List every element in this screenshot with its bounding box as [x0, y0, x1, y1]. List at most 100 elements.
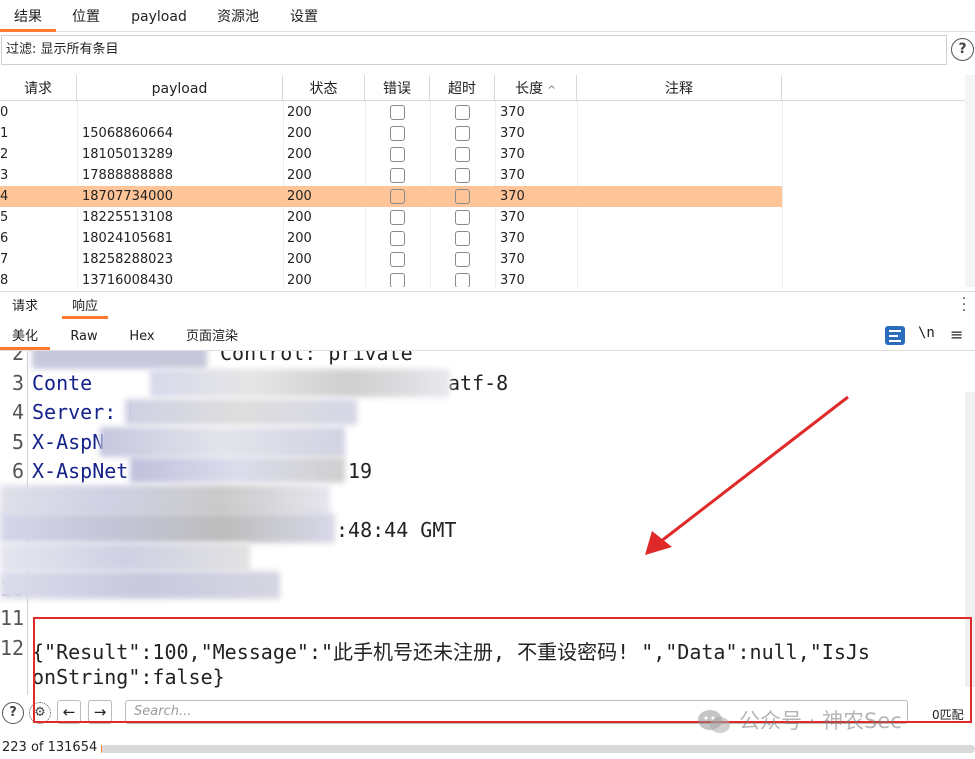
cell-request: 8 [0, 273, 9, 287]
error-checkbox[interactable] [390, 273, 405, 287]
cell-payload: 15068860664 [82, 126, 173, 141]
progress-bar-fill [101, 745, 103, 753]
table-row[interactable]: 2 18105013289 200 370 [0, 144, 782, 165]
table-row[interactable]: 4 18707734000 200 370 [0, 186, 782, 207]
cell-request: 3 [0, 168, 9, 183]
error-checkbox[interactable] [390, 147, 405, 162]
error-checkbox[interactable] [390, 231, 405, 246]
cell-request: 4 [0, 189, 9, 204]
cell-request: 6 [0, 231, 9, 246]
table-header: 请求 payload 状态 错误 超时 长度 ^ 注释 [0, 75, 965, 101]
tab-positions[interactable]: 位置 [62, 0, 110, 32]
tab-pretty[interactable]: 美化 [0, 322, 50, 350]
redaction-blur [0, 543, 250, 571]
code-line: X-AspN [32, 430, 105, 454]
column-header-length[interactable]: 长度 ^ [495, 75, 577, 101]
code-line: :48:44 GMT [336, 518, 457, 542]
timeout-checkbox[interactable] [455, 126, 470, 141]
timeout-checkbox[interactable] [455, 105, 470, 120]
code-line: Conte [32, 371, 93, 395]
column-header-status[interactable]: 状态 [283, 75, 365, 101]
error-checkbox[interactable] [390, 168, 405, 183]
view-tab-bar: 美化 Raw Hex 页面渲染 [0, 322, 975, 350]
cell-status: 200 [287, 105, 312, 120]
column-header-payload[interactable]: payload [77, 75, 283, 101]
hamburger-menu-icon[interactable]: ≡ [950, 325, 963, 344]
tab-settings[interactable]: 设置 [280, 0, 328, 32]
tab-resource-pool[interactable]: 资源池 [208, 0, 268, 32]
cell-length: 370 [500, 126, 525, 141]
cell-status: 200 [287, 210, 312, 225]
code-line: atf-8 [448, 371, 509, 395]
word-wrap-icon[interactable] [885, 326, 905, 345]
tab-request[interactable]: 请求 [0, 292, 50, 319]
timeout-checkbox[interactable] [455, 189, 470, 204]
table-row[interactable]: 7 18258288023 200 370 [0, 249, 782, 270]
code-line: Control: private [220, 350, 413, 365]
timeout-checkbox[interactable] [455, 252, 470, 267]
timeout-checkbox[interactable] [455, 231, 470, 246]
help-icon[interactable]: ? [951, 38, 974, 61]
cell-payload: 18258288023 [82, 252, 173, 267]
tab-render[interactable]: 页面渲染 [176, 322, 248, 350]
table-row[interactable]: 6 18024105681 200 370 [0, 228, 782, 249]
show-newlines-button[interactable]: \n [918, 325, 935, 341]
filter-bar[interactable]: 过滤: 显示所有条目 [1, 35, 947, 65]
cell-payload: 13716008430 [82, 273, 173, 287]
cell-length: 370 [500, 105, 525, 120]
error-checkbox[interactable] [390, 105, 405, 120]
tab-raw[interactable]: Raw [62, 322, 106, 350]
cell-status: 200 [287, 126, 312, 141]
progress-bar [101, 745, 975, 753]
line-number: 3 [11, 371, 24, 395]
column-header-comment[interactable]: 注释 [577, 75, 782, 101]
cell-status: 200 [287, 168, 312, 183]
line-number: 5 [11, 430, 24, 454]
code-line: X-AspNet [32, 459, 129, 483]
error-checkbox[interactable] [390, 210, 405, 225]
tab-hex[interactable]: Hex [120, 322, 164, 350]
column-header-request[interactable]: 请求 [0, 75, 77, 101]
table-row[interactable]: 3 17888888888 200 370 [0, 165, 782, 186]
cell-request: 0 [0, 105, 9, 120]
tab-response[interactable]: 响应 [62, 292, 108, 319]
line-number: 2 [11, 350, 24, 365]
timeout-checkbox[interactable] [455, 147, 470, 162]
more-options-icon[interactable]: · · · [961, 292, 967, 318]
cell-length: 370 [500, 231, 525, 246]
cell-request: 7 [0, 252, 9, 267]
results-table: 请求 payload 状态 错误 超时 长度 ^ 注释 0 200 370 1 1506… [0, 75, 975, 287]
cell-status: 200 [287, 147, 312, 162]
help-icon[interactable]: ? [2, 702, 24, 724]
tab-payloads[interactable]: payload [122, 0, 196, 32]
cell-length: 370 [500, 273, 525, 287]
timeout-checkbox[interactable] [455, 273, 470, 287]
line-number: 6 [11, 459, 24, 483]
timeout-checkbox[interactable] [455, 168, 470, 183]
table-scrollbar[interactable] [965, 75, 975, 287]
table-row[interactable]: 0 200 370 [0, 102, 782, 123]
cell-length: 370 [500, 252, 525, 267]
cell-status: 200 [287, 189, 312, 204]
cell-payload: 18707734000 [82, 189, 173, 204]
table-row[interactable]: 8 13716008430 200 370 [0, 270, 782, 287]
error-checkbox[interactable] [390, 189, 405, 204]
timeout-checkbox[interactable] [455, 210, 470, 225]
table-row[interactable]: 1 15068860664 200 370 [0, 123, 782, 144]
cell-request: 2 [0, 147, 9, 162]
error-checkbox[interactable] [390, 252, 405, 267]
redaction-blur [0, 513, 335, 543]
table-row[interactable]: 5 18225513108 200 370 [0, 207, 782, 228]
tab-results[interactable]: 结果 [0, 0, 56, 32]
wechat-icon [698, 710, 730, 733]
cell-request: 1 [0, 126, 9, 141]
line-number: 12 [0, 636, 25, 660]
progress-count: 223 of 131654 [2, 740, 98, 755]
column-header-error[interactable]: 错误 [365, 75, 430, 101]
cell-length: 370 [500, 189, 525, 204]
redaction-blur [32, 351, 207, 369]
redaction-blur [0, 485, 330, 515]
error-checkbox[interactable] [390, 126, 405, 141]
cell-status: 200 [287, 231, 312, 246]
column-header-timeout[interactable]: 超时 [430, 75, 495, 101]
